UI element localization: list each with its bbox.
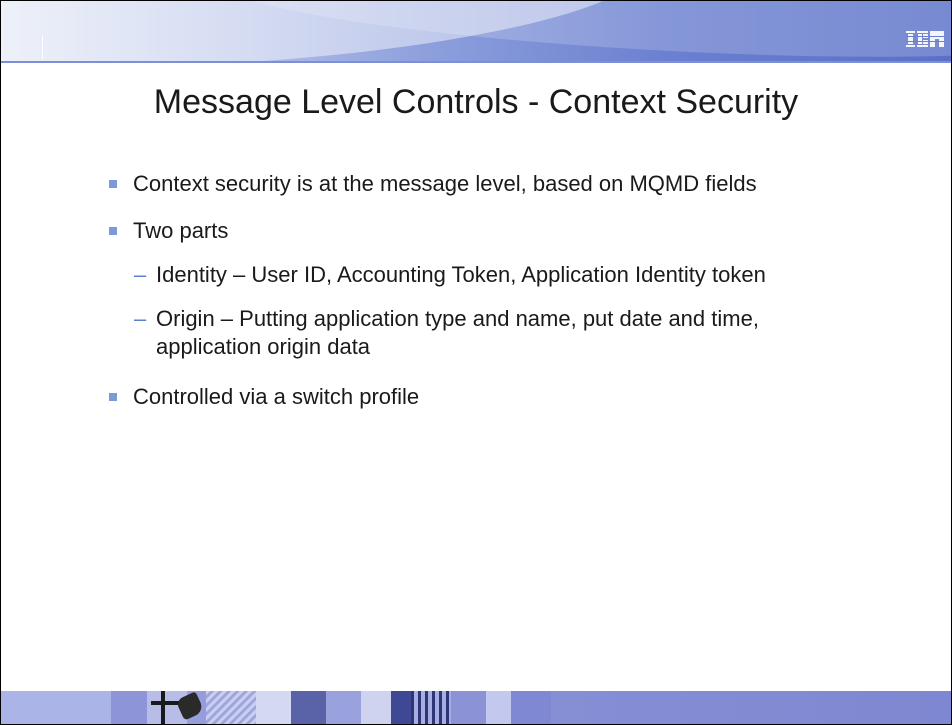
bullet-item: Controlled via a switch profile: [109, 383, 420, 411]
bullet-item: Context security is at the message level…: [109, 170, 757, 198]
band-photo: [391, 691, 411, 724]
band-block: [511, 691, 551, 724]
bullet-item: Two parts: [109, 217, 229, 245]
ibm-logo-icon: [906, 31, 944, 47]
band-block: [1, 691, 111, 724]
band-hatch: [206, 691, 256, 724]
banner-edge: [1, 61, 951, 63]
band-cross-vertical: [161, 691, 165, 724]
bottom-band: [1, 691, 951, 724]
sub-bullet-text: application origin data: [156, 334, 371, 359]
band-block: [111, 691, 151, 724]
top-banner: [1, 1, 951, 63]
sub-bullet-text: Identity – User ID, Accounting Token, Ap…: [156, 262, 766, 287]
bullet-text: Two parts: [133, 218, 229, 243]
sub-bullet-item: – Origin – Putting application type and …: [134, 305, 759, 333]
sub-bullet-continuation: application origin data: [156, 333, 370, 361]
sub-bullet-text: Origin – Putting application type and na…: [156, 306, 759, 331]
bullet-text: Context security is at the message level…: [133, 171, 757, 196]
sub-bullet-item: – Identity – User ID, Accounting Token, …: [134, 261, 766, 289]
band-photo: [291, 691, 326, 724]
slide: Message Level Controls - Context Securit…: [0, 0, 952, 725]
ibm-logo: [905, 29, 945, 49]
band-cross-horizontal: [151, 701, 181, 705]
bullet-text: Controlled via a switch profile: [133, 384, 420, 409]
band-block: [326, 691, 361, 724]
bullet-square-icon: [109, 393, 117, 401]
band-block: [256, 691, 291, 724]
slide-title: Message Level Controls - Context Securit…: [153, 83, 799, 121]
band-stripes: [411, 691, 451, 724]
dash-icon: –: [134, 262, 147, 287]
band-block: [451, 691, 486, 724]
band-block: [361, 691, 391, 724]
band-block: [486, 691, 511, 724]
banner-marker: [42, 35, 43, 59]
dash-icon: –: [134, 306, 147, 331]
bullet-square-icon: [109, 227, 117, 235]
bullet-square-icon: [109, 180, 117, 188]
band-block: [551, 691, 951, 724]
